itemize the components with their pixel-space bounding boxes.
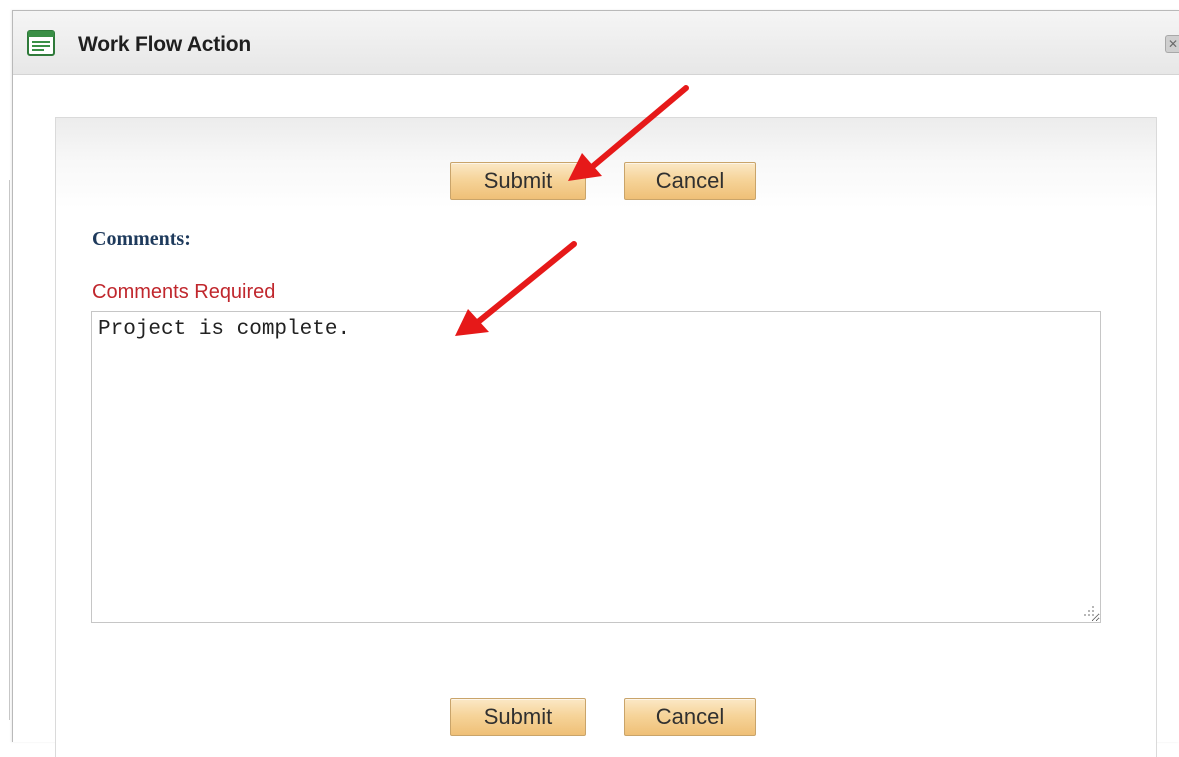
work-flow-action-dialog: Work Flow Action ✕ Submit Cancel Comment… [12,10,1179,757]
submit-button-top[interactable]: Submit [450,162,586,200]
comments-required-message: Comments Required [92,281,276,303]
background-edge [9,180,10,720]
cancel-button-top[interactable]: Cancel [624,162,756,200]
workflow-form-panel: Submit Cancel Comments: Comments Require… [55,117,1157,757]
close-icon[interactable]: ✕ [1165,35,1179,53]
comments-textarea[interactable]: Project is complete. [91,311,1101,623]
submit-button-bottom[interactable]: Submit [450,698,586,736]
cancel-button-bottom[interactable]: Cancel [624,698,756,736]
dialog-titlebar: Work Flow Action ✕ [13,11,1179,75]
dialog-title: Work Flow Action [78,33,251,56]
form-window-icon [27,30,55,56]
comments-label: Comments: [92,228,191,250]
